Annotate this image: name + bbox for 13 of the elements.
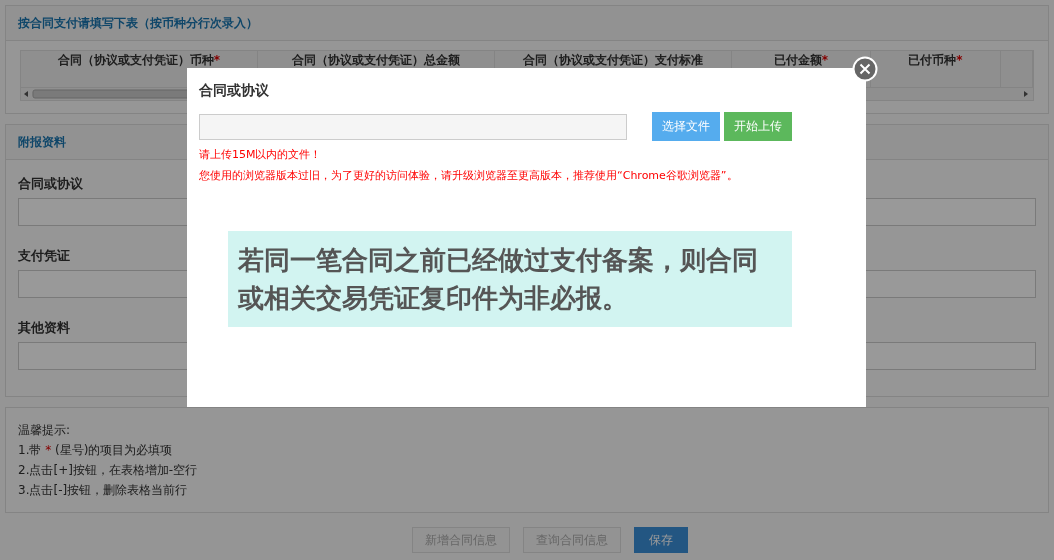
notice-text: 若同一笔合同之前已经做过支付备案，则合同或相关交易凭证复印件为非必报。 [228, 231, 792, 327]
tip-text: 2.点击[+]按钮，在表格增加-空行 [18, 462, 198, 478]
column-header: 已付币种* [871, 51, 1001, 87]
field-label: 合同或协议 [18, 176, 83, 192]
field-label: 其他资料 [18, 320, 70, 336]
panel-title: 附报资料 [18, 133, 66, 151]
tips-title: 温馨提示: [18, 422, 71, 438]
tip-text: 1.带 * (星号)的项目为必填项 [18, 442, 173, 458]
error-text: 您使用的浏览器版本过旧，为了更好的访问体验，请升级浏览器至更高版本，推荐使用“Chrome谷歌浏览器”。 [199, 168, 738, 183]
tip-text: 3.点击[-]按钮，删除表格当前行 [18, 482, 188, 498]
panel-title: 按合同支付请填写下表（按币种分行次录入） [18, 14, 258, 32]
error-text: 请上传15M以内的文件！ [199, 147, 322, 162]
field-label: 支付凭证 [18, 248, 70, 264]
